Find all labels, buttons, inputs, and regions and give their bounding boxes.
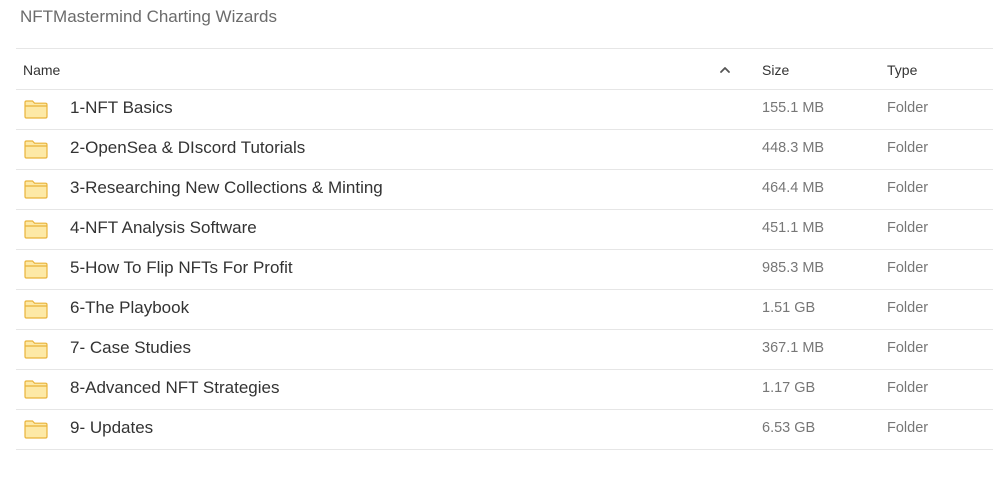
folder-size: 6.53 GB	[762, 420, 816, 436]
table-row[interactable]: 2-OpenSea & DIscord Tutorials 448.3 MB F…	[16, 130, 993, 170]
folder-name[interactable]: 5-How To Flip NFTs For Profit	[70, 250, 293, 286]
folder-icon	[24, 219, 48, 239]
folder-name[interactable]: 7- Case Studies	[70, 330, 191, 366]
folder-name[interactable]: 8-Advanced NFT Strategies	[70, 370, 279, 406]
folder-size: 367.1 MB	[762, 340, 825, 356]
table-row[interactable]: 6-The Playbook 1.51 GB Folder	[16, 290, 993, 330]
table-row[interactable]: 3-Researching New Collections & Minting …	[16, 170, 993, 210]
folder-icon	[24, 139, 48, 159]
item-type: Folder	[887, 420, 929, 436]
table-row[interactable]: 4-NFT Analysis Software 451.1 MB Folder	[16, 210, 993, 250]
table-row[interactable]: 9- Updates 6.53 GB Folder	[16, 410, 993, 450]
table-header: Name Size Type	[16, 48, 993, 90]
folder-size: 448.3 MB	[762, 140, 825, 156]
file-list: 1-NFT Basics 155.1 MB Folder 2-OpenSea &…	[16, 90, 993, 450]
column-header-size[interactable]: Size	[762, 49, 789, 91]
breadcrumb[interactable]: NFTMastermind Charting Wizards	[20, 5, 277, 29]
column-header-name[interactable]: Name	[23, 49, 60, 91]
folder-icon	[24, 299, 48, 319]
item-type: Folder	[887, 180, 929, 196]
item-type: Folder	[887, 300, 929, 316]
folder-icon	[24, 259, 48, 279]
folder-icon	[24, 179, 48, 199]
item-type: Folder	[887, 100, 929, 116]
folder-size: 985.3 MB	[762, 260, 825, 276]
table-row[interactable]: 1-NFT Basics 155.1 MB Folder	[16, 90, 993, 130]
table-row[interactable]: 5-How To Flip NFTs For Profit 985.3 MB F…	[16, 250, 993, 290]
column-header-type[interactable]: Type	[887, 49, 917, 91]
chevron-up-icon[interactable]	[718, 63, 732, 77]
folder-name[interactable]: 2-OpenSea & DIscord Tutorials	[70, 130, 305, 166]
folder-icon	[24, 99, 48, 119]
folder-icon	[24, 419, 48, 439]
table-row[interactable]: 8-Advanced NFT Strategies 1.17 GB Folder	[16, 370, 993, 410]
item-type: Folder	[887, 140, 929, 156]
item-type: Folder	[887, 340, 929, 356]
item-type: Folder	[887, 220, 929, 236]
folder-size: 1.17 GB	[762, 380, 816, 396]
folder-name[interactable]: 6-The Playbook	[70, 290, 189, 326]
item-type: Folder	[887, 260, 929, 276]
file-browser: NFTMastermind Charting Wizards Name Size…	[0, 0, 993, 477]
folder-size: 155.1 MB	[762, 100, 825, 116]
folder-size: 464.4 MB	[762, 180, 825, 196]
table-row[interactable]: 7- Case Studies 367.1 MB Folder	[16, 330, 993, 370]
folder-size: 1.51 GB	[762, 300, 816, 316]
folder-icon	[24, 379, 48, 399]
folder-size: 451.1 MB	[762, 220, 825, 236]
item-type: Folder	[887, 380, 929, 396]
folder-name[interactable]: 4-NFT Analysis Software	[70, 210, 257, 246]
folder-name[interactable]: 3-Researching New Collections & Minting	[70, 170, 383, 206]
folder-icon	[24, 339, 48, 359]
folder-name[interactable]: 1-NFT Basics	[70, 90, 173, 126]
folder-name[interactable]: 9- Updates	[70, 410, 153, 446]
